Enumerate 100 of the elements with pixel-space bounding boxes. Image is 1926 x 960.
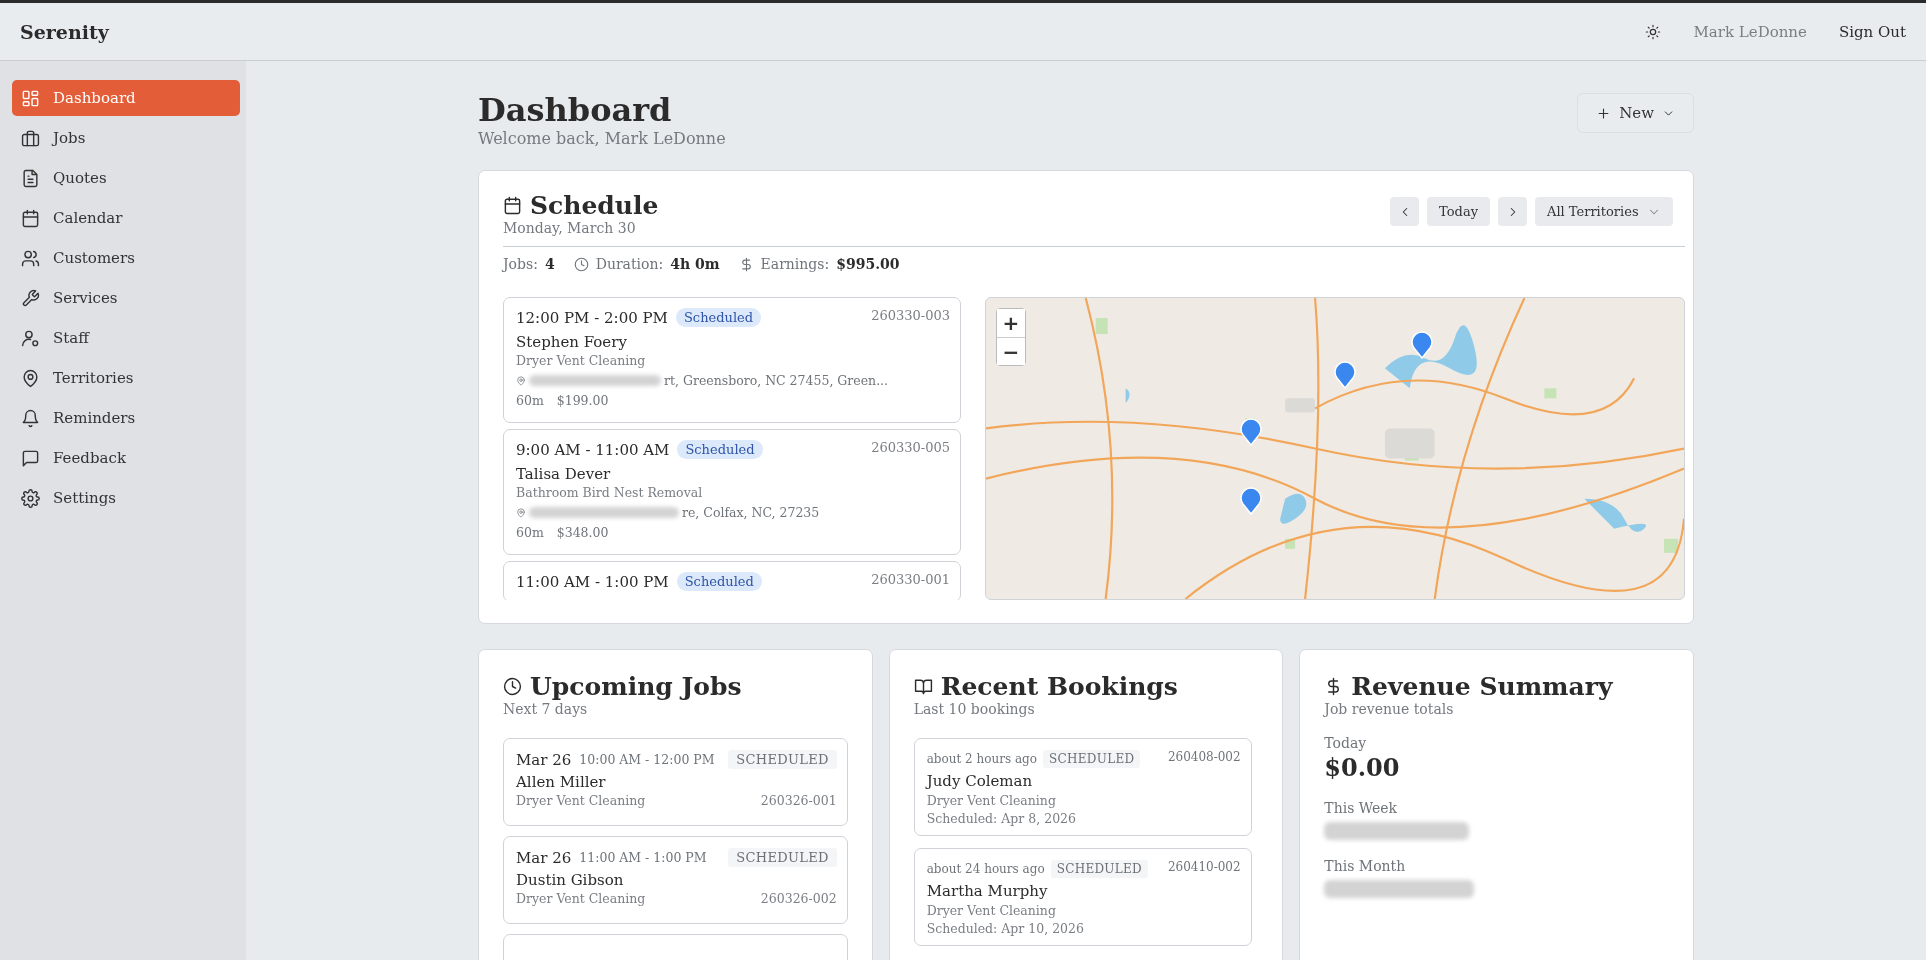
- booking-time: about 24 hours ago: [926, 862, 1045, 877]
- booking-time: about 2 hours ago: [926, 752, 1037, 767]
- app-brand: Serenity: [20, 20, 109, 43]
- page-title: Dashboard: [478, 91, 673, 130]
- card-title: Upcoming Jobs: [530, 672, 742, 702]
- customer-name: Dustin Gibson: [516, 871, 625, 890]
- job-duration: 60m: [516, 525, 544, 541]
- period-label: Today: [1324, 735, 1368, 752]
- booking-card[interactable]: about 24 hours ago SCHEDULED 260410-002 Martha Murphy Dryer Vent Cleaning Scheduled: Apr 10, 2026: [913, 848, 1252, 947]
- job-number: 260326-001: [760, 793, 837, 809]
- service-name: Bathroom Bird Nest Removal: [516, 485, 704, 501]
- grid-icon: [21, 88, 40, 108]
- sidebar-item[interactable]: Calendar: [12, 200, 240, 236]
- status-badge: SCHEDULED: [1043, 750, 1141, 769]
- card-subtitle: Next 7 days: [503, 701, 589, 718]
- stat-label: Duration:: [595, 256, 664, 273]
- job-number: 260326-002: [760, 891, 837, 907]
- job-time: 11:00 AM - 1:00 PM: [579, 850, 707, 866]
- map-pin-icon[interactable]: [1240, 417, 1263, 446]
- lake-drawing: [1584, 499, 1647, 533]
- job-number: 260410-002: [1167, 860, 1241, 875]
- calendar-icon: [503, 196, 522, 216]
- territory-select[interactable]: All Territories: [1535, 197, 1673, 227]
- sidebar-item[interactable]: Services: [12, 280, 240, 316]
- zoom-out-button[interactable]: −: [997, 337, 1025, 366]
- chat-bubble-icon: [21, 448, 40, 468]
- job-address: rt, Greensboro, NC 27455, Green...: [664, 373, 889, 389]
- today-button[interactable]: Today: [1427, 197, 1490, 227]
- park-drawing: [1664, 539, 1678, 554]
- status-badge: Scheduled: [675, 308, 762, 328]
- service-name: Dryer Vent Cleaning: [516, 891, 646, 907]
- card-subtitle: Last 10 bookings: [913, 701, 1036, 718]
- schedule-date: Monday, March 30: [503, 220, 637, 237]
- map[interactable]: + −: [985, 297, 1685, 601]
- status-badge: Scheduled: [676, 572, 762, 592]
- user-name: Mark LeDonne: [1693, 22, 1807, 41]
- urban-area-drawing: [1285, 398, 1316, 413]
- map-pin-icon[interactable]: [1240, 487, 1263, 516]
- job-date: Mar 26: [516, 750, 572, 769]
- sidebar-item[interactable]: Territories: [12, 360, 240, 396]
- job-card[interactable]: Mar 26 11:00 AM - 1:00 PM SCHEDULED Dustin Gibson Dryer Vent Cleaning 260326-002: [503, 836, 848, 925]
- card-title: Revenue Summary: [1351, 672, 1613, 702]
- plus-icon: [1596, 105, 1612, 121]
- sidebar-item[interactable]: Dashboard: [12, 80, 240, 116]
- job-time: 11:00 AM - 1:00 PM: [516, 572, 669, 591]
- job-price: $199.00: [556, 393, 609, 409]
- stat-value: 4: [544, 256, 555, 273]
- urban-area-drawing: [1384, 428, 1435, 459]
- status-badge: SCHEDULED: [728, 750, 837, 770]
- job-card[interactable]: Mar 26 10:00 AM - 12:00 PM SCHEDULED Allen Miller Dryer Vent Cleaning 260326-001: [503, 738, 848, 827]
- card-title: Recent Bookings: [940, 672, 1178, 702]
- job-number: 260330-005: [871, 440, 950, 456]
- period-label: This Month: [1324, 858, 1407, 875]
- job-duration: 60m: [516, 393, 544, 409]
- scheduled-date: Scheduled: Apr 8, 2026: [926, 811, 1077, 827]
- customer-name: Stephen Foery: [516, 333, 628, 352]
- stat-value: 4h 0m: [670, 256, 720, 273]
- sidebar-item[interactable]: Customers: [12, 240, 240, 276]
- service-name: Dryer Vent Cleaning: [926, 903, 1057, 919]
- lake-drawing: [1280, 494, 1307, 525]
- location-pin-icon: [516, 507, 526, 518]
- location-pin-icon: [516, 375, 526, 386]
- sign-out-button[interactable]: Sign Out: [1834, 18, 1910, 45]
- status-badge: SCHEDULED: [1050, 860, 1149, 879]
- booking-card[interactable]: about 2 hours ago SCHEDULED 260408-002 Judy Coleman Dryer Vent Cleaning Scheduled: Apr 8, 2026: [913, 738, 1252, 837]
- lake-drawing: [1125, 388, 1130, 404]
- document-icon: [21, 168, 40, 188]
- park-drawing: [1095, 318, 1108, 335]
- clock-icon: [573, 256, 589, 272]
- job-time: 12:00 PM - 2:00 PM: [516, 308, 668, 327]
- status-badge: SCHEDULED: [728, 848, 837, 868]
- park-drawing: [1285, 539, 1296, 550]
- sun-icon: [1645, 23, 1662, 40]
- period-label: This Week: [1324, 800, 1399, 817]
- sidebar-item[interactable]: Quotes: [12, 160, 240, 196]
- customer-name: Judy Coleman: [926, 772, 1034, 791]
- location-pin-icon: [21, 368, 40, 388]
- service-name: Dryer Vent Cleaning: [926, 793, 1057, 809]
- stat-label: Jobs:: [503, 256, 538, 273]
- sidebar-item[interactable]: Staff: [12, 320, 240, 356]
- customer-name: Talisa Dever: [516, 465, 612, 484]
- job-number: 260408-002: [1167, 750, 1241, 765]
- job-time: 9:00 AM - 11:00 AM: [516, 440, 670, 459]
- book-icon: [913, 677, 933, 697]
- settings-icon: [21, 488, 40, 508]
- wrench-icon: [21, 288, 40, 308]
- job-time: 10:00 AM - 12:00 PM: [579, 752, 715, 768]
- new-button[interactable]: New: [1577, 93, 1694, 133]
- sidebar-item[interactable]: Jobs: [12, 120, 240, 156]
- calendar-icon: [21, 208, 40, 228]
- sidebar-item[interactable]: Settings: [12, 480, 240, 516]
- sidebar-item[interactable]: Reminders: [12, 400, 240, 436]
- job-card[interactable]: 12:00 PM - 2:00 PM Scheduled 260330-003 Stephen Foery Dryer Vent Cleaning rt, Greensboro, NC 27455, Green... 60m $199.00: [503, 297, 961, 424]
- job-date: Mar 26: [516, 848, 572, 867]
- card-subtitle: Job revenue totals: [1324, 701, 1455, 718]
- sidebar-item[interactable]: Feedback: [12, 440, 240, 476]
- job-card[interactable]: 9:00 AM - 11:00 AM Scheduled 260330-005 Talisa Dever Bathroom Bird Nest Removal re, Colfax, NC, 27235 60m $348.00: [503, 429, 961, 556]
- customer-name: Martha Murphy: [926, 882, 1049, 901]
- map-pin-icon[interactable]: [1334, 360, 1357, 389]
- map-pin-icon[interactable]: [1411, 330, 1434, 359]
